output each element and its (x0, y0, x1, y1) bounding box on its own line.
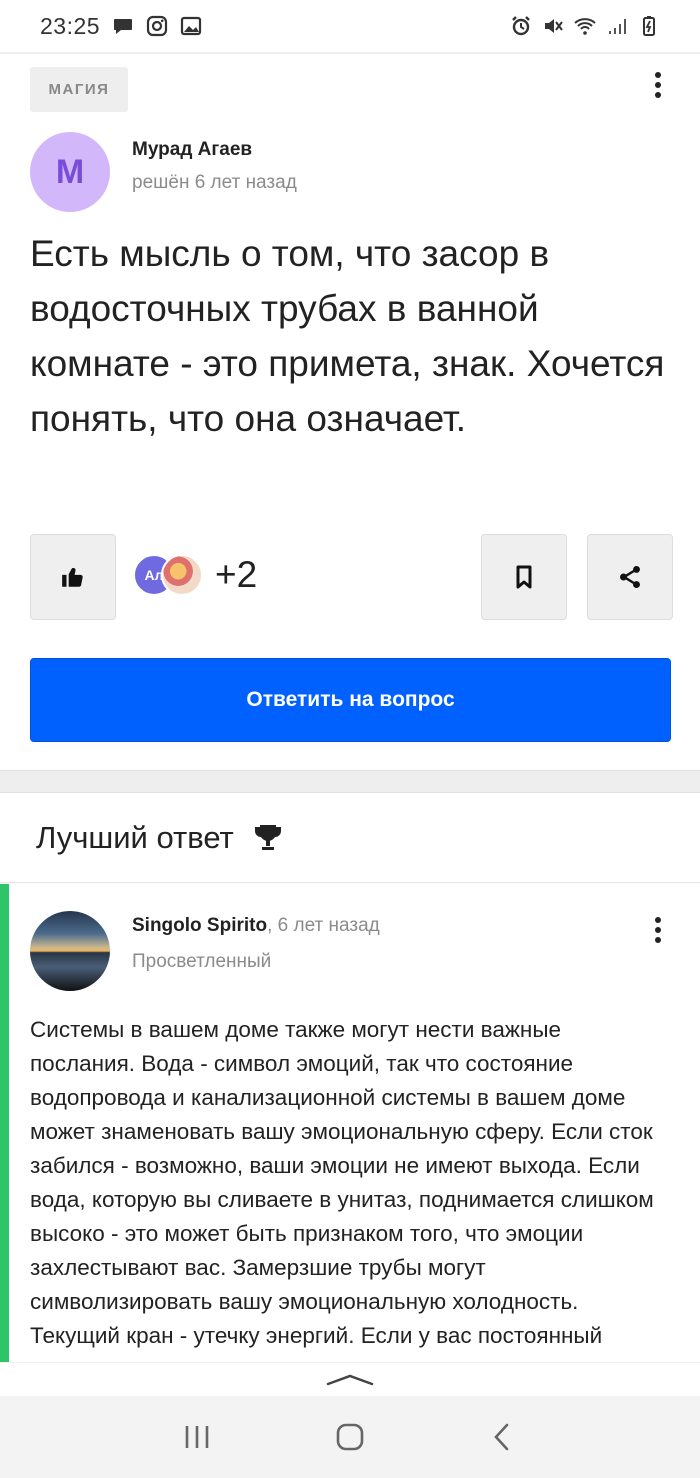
system-icons (510, 15, 660, 37)
battery-icon (643, 16, 655, 36)
best-answer-card: Лучший ответ Singolo Spirito, 6 лет наза… (0, 792, 700, 1362)
best-answer-indicator (0, 884, 9, 1362)
answer-author-avatar[interactable] (30, 911, 110, 991)
question-text: Есть мысль о том, что засор в водосточны… (30, 233, 665, 439)
answer-time: , 6 лет назад (267, 915, 380, 936)
votes-extra-count: +2 (215, 554, 258, 595)
share-button[interactable] (587, 534, 673, 620)
answer-author-line: Singolo Spirito, 6 лет назад (132, 915, 380, 937)
alarm-icon (512, 16, 530, 36)
gallery-icon (180, 16, 202, 36)
expand-handle[interactable] (0, 1362, 700, 1396)
answer-menu-icon[interactable] (646, 913, 670, 947)
answer-author-rank: Просветленный (132, 951, 272, 972)
mute-vibrate-icon (545, 19, 563, 33)
trophy-icon (254, 824, 281, 850)
bookmark-button[interactable] (481, 534, 567, 620)
wifi-icon (574, 18, 596, 35)
signal-icon (609, 19, 626, 34)
answer-question-button[interactable]: Ответить на вопрос (30, 658, 671, 742)
author-avatar[interactable]: M (30, 132, 110, 212)
question-menu-icon[interactable] (646, 68, 670, 102)
instagram-icon (146, 15, 168, 37)
voters-group[interactable]: Ал +2 (133, 554, 257, 596)
status-time: 23:25 (40, 12, 101, 39)
answer-text: Системы в вашем доме также могут нести в… (30, 1017, 654, 1362)
question-status: решён 6 лет назад (132, 172, 297, 193)
voter-avatar (161, 554, 203, 596)
thumbs-up-icon (62, 567, 83, 587)
recent-apps-icon[interactable] (182, 1424, 212, 1450)
home-icon[interactable] (335, 1422, 365, 1452)
back-icon[interactable] (488, 1422, 518, 1452)
author-name[interactable]: Мурад Агаев (132, 139, 252, 161)
share-icon (620, 565, 640, 589)
status-bar: 23:25 (0, 0, 700, 52)
category-tag[interactable]: МАГИЯ (30, 67, 128, 112)
best-answer-title: Лучший ответ (36, 819, 234, 855)
like-button[interactable] (30, 534, 116, 620)
system-nav-bar (0, 1396, 700, 1478)
best-answer-header: Лучший ответ (0, 793, 700, 883)
notification-icons (112, 15, 202, 37)
question-card: МАГИЯ M Мурад Агаев решён 6 лет назад Ес… (0, 54, 700, 771)
chevron-up-icon (326, 1374, 374, 1385)
answer-author-name[interactable]: Singolo Spirito (132, 915, 267, 936)
bookmark-icon (516, 565, 532, 589)
chat-bubble-icon (114, 19, 133, 34)
